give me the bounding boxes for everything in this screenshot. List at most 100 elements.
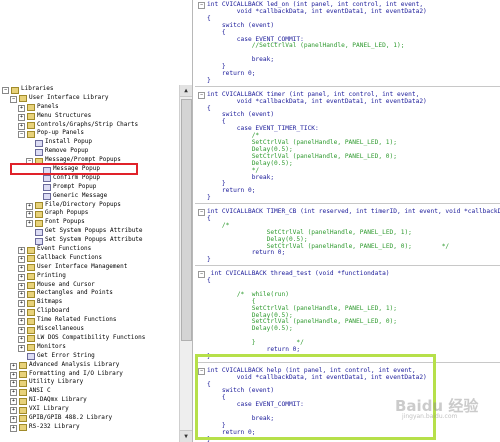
code-line: } — [207, 76, 211, 85]
scrollbar-thumb[interactable] — [181, 99, 192, 341]
book-icon — [19, 95, 27, 103]
tree-item[interactable]: + Miscellaneous — [2, 325, 178, 335]
tree-item[interactable]: + Bitmaps — [2, 298, 178, 308]
fold-toggle-icon[interactable]: − — [198, 271, 205, 279]
code-comment: //SetCtrlVal (panelHandle, PANEL_LED, 1)… — [251, 42, 405, 50]
tree-item[interactable]: + GPIB/GPIB 488.2 Library — [2, 414, 178, 423]
book-icon — [27, 264, 35, 272]
book-icon — [27, 246, 35, 254]
code-text: return 0; — [207, 187, 256, 195]
tree-item-label: Install Popup — [45, 138, 92, 146]
book-icon — [19, 406, 27, 414]
book-icon — [19, 424, 27, 432]
code-text: return 0; — [207, 70, 256, 77]
tree-item-label: NI-DAQmx Library — [29, 396, 87, 404]
tree-item[interactable]: + User Interface Management — [2, 263, 178, 272]
tree-item-label: File/Directory Popups — [45, 200, 121, 208]
code-line: return 0; — [207, 186, 256, 195]
code-line: { — [207, 276, 211, 285]
fold-toggle-icon[interactable]: − — [198, 209, 205, 216]
code-text: int CVICALLBACK thread_test (void *funct… — [207, 270, 390, 278]
tree-item-label: Prompt Popup — [53, 182, 97, 190]
tree-item[interactable]: Prompt Popup — [2, 183, 178, 192]
tree-item[interactable]: + Panels — [2, 103, 178, 112]
tree-item[interactable]: + RS-232 Library — [2, 423, 178, 432]
document-icon — [35, 148, 43, 156]
tree-item[interactable]: − Libraries — [2, 85, 178, 94]
code-line: } — [207, 255, 211, 264]
tree-item-label: Font Popups — [45, 218, 85, 226]
tree-item[interactable]: + ANSI C — [2, 387, 178, 397]
tree-item[interactable]: Remove Popup — [2, 147, 178, 156]
tree-item[interactable]: + File/Directory Popups — [2, 201, 178, 210]
tree-item-label: Controls/Graphs/Strip Charts — [37, 120, 139, 128]
book-icon — [27, 122, 35, 130]
code-comment: Delay(0.5); — [236, 325, 293, 333]
scroll-down-arrow-icon[interactable]: ▼ — [180, 430, 192, 442]
tree-item-label: Callback Functions — [37, 253, 103, 261]
tree-item[interactable]: + Callback Functions — [2, 254, 178, 263]
document-icon — [35, 139, 43, 147]
book-icon — [27, 308, 35, 316]
tree-item[interactable]: + Rectangles and Points — [2, 289, 178, 299]
book-icon — [27, 290, 35, 298]
tree-item[interactable]: + Controls/Graphs/Strip Charts — [2, 121, 178, 130]
tree-item[interactable]: + NI-DAQmx Library — [2, 396, 178, 406]
code-line: Delay(0.5); — [207, 324, 293, 333]
tree-item-label: User Interface Management — [37, 262, 128, 270]
tree-item-label: Graph Popups — [45, 209, 89, 217]
code-text: int CVICALLBACK TIMER_CB (int reserved, … — [207, 208, 500, 215]
tree-item-label: VXI Library — [29, 405, 69, 413]
tree-item[interactable]: + Font Popups — [2, 218, 178, 228]
tree-item-label: Mouse and Cursor — [37, 280, 95, 288]
tree-item[interactable]: Set System Popups Attribute — [2, 236, 178, 245]
tree-item-label: Get Error String — [37, 351, 95, 359]
tree-item[interactable]: + Time Related Functions — [2, 316, 178, 326]
code-text: { — [207, 277, 211, 284]
book-icon — [35, 202, 43, 210]
tree-item[interactable]: + Utility Library — [2, 378, 178, 388]
tree-item[interactable]: + Mouse and Cursor — [2, 281, 178, 290]
tree-item[interactable]: + Graph Popups — [2, 209, 178, 219]
tree-item[interactable]: Install Popup — [2, 138, 178, 147]
tree-item-label: LW DOS Compatibility Functions — [37, 333, 146, 341]
tree-item[interactable]: + Formatting and I/O Library — [2, 370, 178, 379]
tree-item[interactable]: − User Interface Library — [2, 94, 178, 103]
tree-item[interactable]: + Menu Structures — [2, 112, 178, 121]
document-icon — [43, 193, 51, 201]
code-line: int CVICALLBACK thread_test (void *funct… — [207, 269, 390, 278]
library-tree[interactable]: − Libraries − User Interface Library + Panels… — [2, 85, 178, 432]
scroll-up-arrow-icon[interactable]: ▲ — [180, 85, 192, 97]
tree-item[interactable]: − Pop-up Panels — [2, 129, 178, 139]
tree-item[interactable]: Get System Popups Attribute — [2, 227, 178, 236]
tree-item[interactable]: Generic Message — [2, 192, 178, 201]
tree-item[interactable]: Get Error String — [2, 352, 178, 361]
expand-icon[interactable]: + — [10, 424, 17, 432]
fold-toggle-icon[interactable]: − — [198, 91, 205, 99]
code-text: } — [207, 256, 211, 264]
tree-item[interactable]: + LW DOS Compatibility Functions — [2, 334, 178, 343]
tree-item[interactable]: + Clipboard — [2, 307, 178, 317]
book-icon — [19, 397, 27, 405]
book-icon — [27, 317, 35, 325]
book-icon — [19, 371, 27, 378]
document-icon — [43, 175, 51, 183]
tree-item[interactable]: + Event Functions — [2, 245, 178, 255]
tree-vertical-scrollbar[interactable]: ▲ ▼ — [179, 85, 192, 442]
tree-item[interactable]: + Monitors — [2, 343, 178, 352]
tree-item[interactable]: + Advanced Analysis Library — [2, 361, 178, 370]
tree-item[interactable]: + Printing — [2, 272, 178, 281]
tree-item-label: Event Functions — [37, 245, 92, 253]
tree-item[interactable]: Confirm Popup — [2, 174, 178, 183]
tree-item-label: Clipboard — [37, 307, 70, 315]
tree-item-label: Formatting and I/O Library — [29, 369, 123, 377]
book-icon — [27, 113, 35, 121]
tree-item-label: Advanced Analysis Library — [29, 360, 120, 368]
fold-toggle-icon[interactable]: − — [198, 2, 205, 9]
tree-item[interactable]: + VXI Library — [2, 405, 178, 415]
function-tree-pane: − Libraries − User Interface Library + Panels… — [0, 0, 193, 442]
code-line: return 0; — [207, 345, 301, 354]
book-icon — [27, 282, 35, 290]
